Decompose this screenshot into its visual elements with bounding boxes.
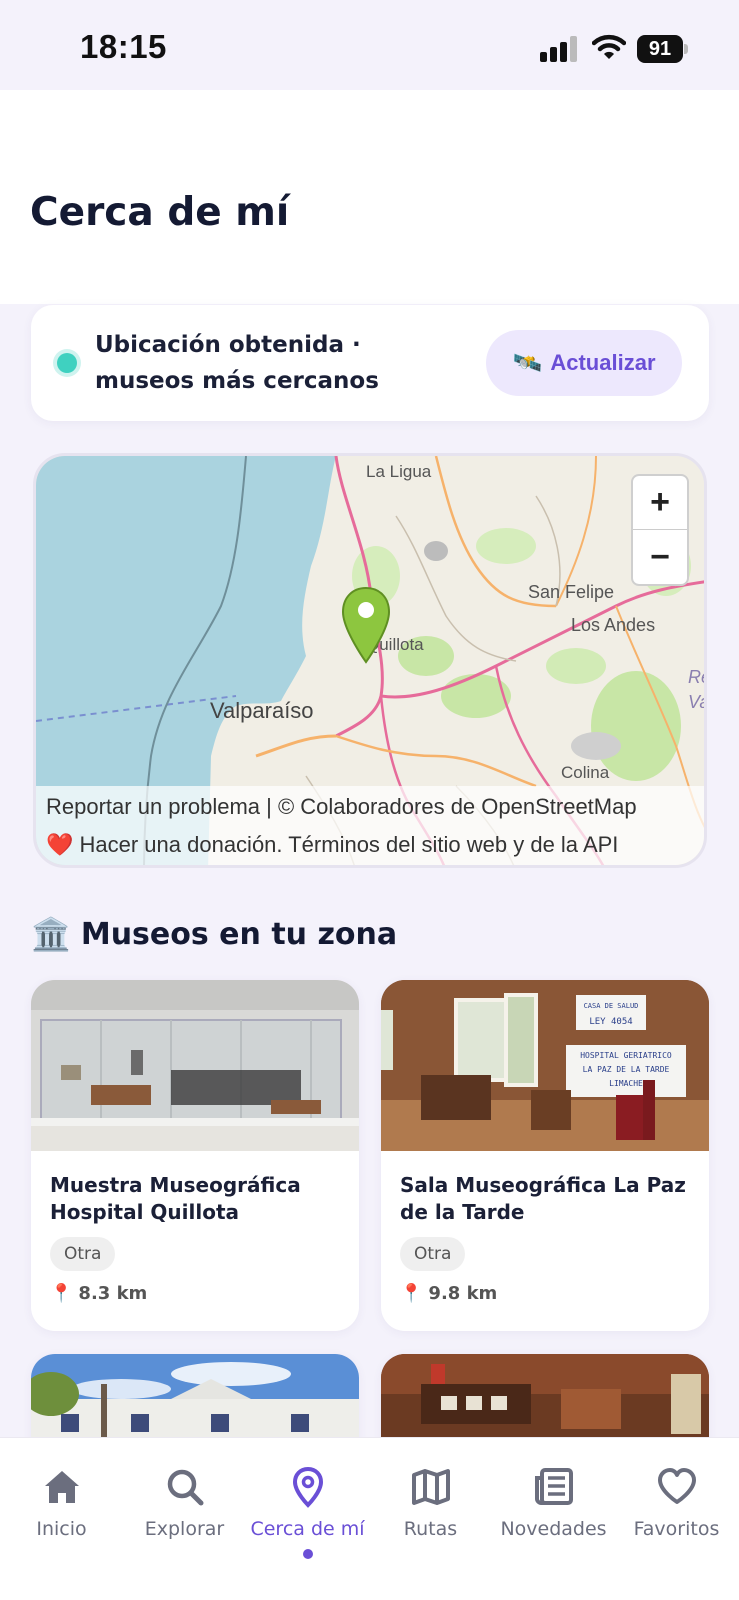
- nav-label: Novedades: [500, 1518, 607, 1540]
- nav-label: Cerca de mí: [250, 1518, 365, 1540]
- zoom-out-button[interactable]: −: [633, 530, 687, 584]
- pin-icon: 📍: [50, 1283, 73, 1304]
- sign-line-1: CASA DE SALUD: [584, 1002, 639, 1010]
- museum-card[interactable]: Muestra Museográfica Hospital Quillota O…: [31, 980, 359, 1331]
- map-label-san-felipe: San Felipe: [528, 582, 614, 602]
- museum-name: Sala Museográfica La Paz de la Tarde: [400, 1173, 686, 1224]
- location-status-dot: [57, 353, 77, 373]
- battery-level: 91: [637, 35, 683, 63]
- status-time: 18:15: [80, 28, 167, 65]
- location-status-card: Ubicación obtenida · museos más cercanos…: [31, 305, 709, 421]
- cellular-signal-icon: [540, 36, 577, 62]
- location-marker-icon[interactable]: [341, 586, 391, 664]
- map-label-valparaiso: Valparaíso: [210, 698, 314, 723]
- heart-icon: [657, 1468, 696, 1504]
- satellite-antenna-icon: 🛰️: [512, 349, 543, 377]
- nav-label: Inicio: [36, 1518, 87, 1540]
- bottom-navigation: Inicio Explorar Cerca de mí Rutas Noveda…: [0, 1437, 739, 1600]
- home-icon: [44, 1471, 79, 1503]
- attribution-line-2[interactable]: ❤️ Hacer una donación. Términos del siti…: [46, 826, 700, 864]
- distance-value: 8.3 km: [78, 1283, 148, 1304]
- pin-icon: 📍: [400, 1283, 423, 1304]
- museum-card[interactable]: CASA DE SALUD LEY 4054 HOSPITAL GERIATRI…: [381, 980, 709, 1331]
- page-title: Cerca de mí: [30, 190, 290, 235]
- sign-line-5: LIMACHE: [609, 1079, 643, 1088]
- distance-value: 9.8 km: [428, 1283, 498, 1304]
- nav-item-explorar[interactable]: Explorar: [123, 1438, 246, 1558]
- page-header: Cerca de mí: [0, 90, 739, 304]
- wifi-icon: [592, 34, 626, 59]
- museum-icon: 🏛️: [31, 915, 71, 953]
- zoom-in-button[interactable]: +: [633, 476, 687, 530]
- sign-line-2: LEY 4054: [589, 1017, 632, 1027]
- museum-distance: 📍 9.8 km: [400, 1283, 497, 1304]
- museum-image: [31, 980, 359, 1151]
- search-icon: [167, 1469, 203, 1506]
- map-attribution: Reportar un problema | © Colaboradores d…: [36, 786, 704, 865]
- map-label-edge-2: Va: [688, 692, 707, 712]
- refresh-location-button[interactable]: 🛰️ Actualizar: [486, 330, 682, 396]
- map-label-colina: Colina: [561, 763, 610, 782]
- nav-item-rutas[interactable]: Rutas: [369, 1438, 492, 1558]
- map-view[interactable]: La Ligua San Felipe Los Andes Quillota V…: [33, 453, 707, 868]
- active-tab-indicator: [303, 1549, 313, 1559]
- map-icon: [411, 1469, 450, 1505]
- nav-item-favoritos[interactable]: Favoritos: [615, 1438, 738, 1558]
- map-label-edge-1: Re: [688, 667, 707, 687]
- nav-label: Favoritos: [633, 1518, 720, 1540]
- location-pin-icon: [292, 1466, 323, 1508]
- museum-name: Muestra Museográfica Hospital Quillota: [50, 1173, 301, 1224]
- section-title: 🏛️ Museos en tu zona: [31, 915, 397, 953]
- nav-item-cerca-de-mi[interactable]: Cerca de mí: [246, 1438, 369, 1558]
- nav-item-inicio[interactable]: Inicio: [0, 1438, 123, 1558]
- section-title-text: Museos en tu zona: [80, 916, 398, 952]
- sign-line-4: LA PAZ DE LA TARDE: [583, 1065, 670, 1074]
- map-label-los-andes: Los Andes: [571, 615, 655, 635]
- museum-category-badge: Otra: [50, 1237, 116, 1271]
- status-bar: 18:15 91: [0, 0, 739, 90]
- battery-icon: 91: [637, 35, 689, 63]
- attribution-line-1[interactable]: Reportar un problema | © Colaboradores d…: [46, 788, 700, 826]
- newspaper-icon: [534, 1468, 573, 1505]
- map-label-la-ligua: La Ligua: [366, 462, 432, 481]
- nav-label: Rutas: [403, 1518, 458, 1540]
- nav-item-novedades[interactable]: Novedades: [492, 1438, 615, 1558]
- map-zoom-controls: + −: [631, 474, 689, 586]
- museum-image: CASA DE SALUD LEY 4054 HOSPITAL GERIATRI…: [381, 980, 709, 1151]
- location-status-text: Ubicación obtenida · museos más cercanos: [95, 332, 379, 394]
- museum-distance: 📍 8.3 km: [50, 1283, 147, 1304]
- museum-category-badge: Otra: [400, 1237, 466, 1271]
- sign-line-3: HOSPITAL GERIATRICO: [580, 1051, 672, 1060]
- refresh-label: Actualizar: [550, 350, 656, 375]
- nav-label: Explorar: [144, 1518, 225, 1540]
